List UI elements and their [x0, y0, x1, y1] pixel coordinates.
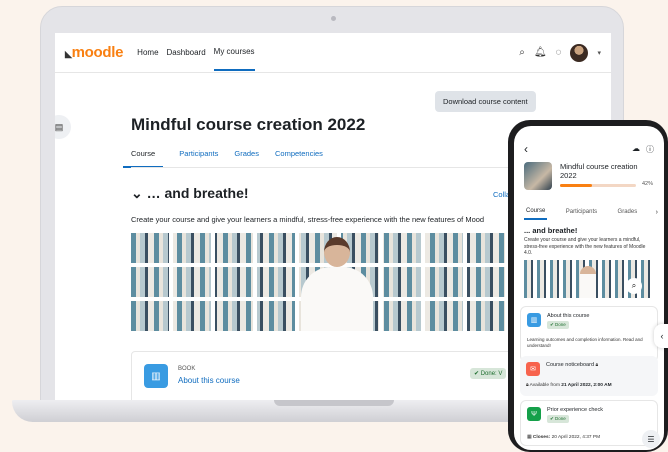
laptop-notch [274, 400, 394, 406]
course-index-icon[interactable]: ▤ [55, 115, 71, 139]
phone-course-title: Mindful course creation 2022 [560, 162, 638, 180]
lock-icon: 🔒︎ [526, 383, 529, 388]
activity-card-feedback[interactable]: Ψ Prior experience check ✔ Done ▦ Closes… [520, 400, 658, 446]
book-icon: ▥ [527, 313, 541, 327]
back-icon[interactable]: ‹ [524, 142, 528, 156]
phone-frame: ‹ ☁ ⓘ Mindful course creation 2022 42% C… [508, 120, 668, 452]
person [580, 266, 596, 298]
activity-type: BOOK [178, 366, 196, 372]
book-icon: ▥ [144, 364, 168, 388]
user-avatar[interactable] [570, 43, 589, 62]
course-tabs: Course Participants Grades Competencies [123, 141, 323, 168]
forum-icon: ✉ [526, 362, 540, 376]
tab-competencies[interactable]: Competencies [275, 141, 323, 168]
activity-name[interactable]: Prior experience check [547, 407, 603, 413]
tab-grades[interactable]: Grades [234, 141, 259, 168]
bell-icon[interactable]: 🔔︎ [534, 47, 547, 58]
progress-bar [560, 184, 636, 187]
info-icon[interactable]: ⓘ [646, 144, 654, 155]
chat-icon[interactable]: ◌ [556, 47, 562, 58]
section-title-text: … and breathe! [146, 185, 249, 201]
list-icon[interactable]: ☰ [642, 430, 660, 448]
search-icon[interactable]: ⌕ [519, 47, 525, 58]
completion-badge[interactable]: ✔ Done [547, 415, 569, 423]
nav-actions: ⌕ 🔔︎ ◌ ▾ [519, 43, 601, 62]
section-description: Create your course and give your learner… [131, 215, 485, 224]
drawer-toggle-button[interactable]: ‹ [654, 324, 668, 348]
chevron-down-icon[interactable]: ▾ [597, 49, 601, 57]
download-course-content-button[interactable]: Download course content [435, 91, 536, 112]
person-head [324, 237, 350, 267]
person-body [301, 267, 373, 331]
completion-badge[interactable]: ✔ Done [547, 321, 569, 329]
lock-icon: 🔒︎ [595, 362, 599, 368]
nav-dashboard[interactable]: Dashboard [167, 35, 206, 70]
phone-screen: ‹ ☁ ⓘ Mindful course creation 2022 42% C… [514, 126, 664, 450]
tab-participants[interactable]: Participants [564, 205, 599, 219]
tab-course[interactable]: Course [123, 141, 164, 168]
nav-home[interactable]: Home [137, 35, 158, 70]
activity-description: Learning outcomes and completion informa… [527, 337, 643, 348]
progress-fill [560, 184, 592, 187]
cloud-download-icon[interactable]: ☁ [632, 144, 640, 155]
nav-my-courses[interactable]: My courses [213, 34, 255, 71]
tab-course[interactable]: Course [524, 204, 548, 220]
progress-label: 42% [642, 181, 654, 187]
section-title[interactable]: ⌄ … and breathe! [131, 185, 249, 202]
phone-section-description: Create your course and give your learner… [524, 237, 646, 256]
phone-section-title: ... and breathe! [524, 226, 578, 235]
phone-tabs: Course Participants Grades › [524, 204, 658, 220]
completion-badge[interactable]: ✔ Done: V [470, 368, 507, 379]
activity-name[interactable]: About this course [547, 313, 590, 319]
moodle-logo[interactable]: ◣moodle [65, 44, 123, 61]
feedback-icon: Ψ [527, 407, 541, 421]
tab-grades[interactable]: Grades [616, 205, 640, 219]
chevron-right-icon[interactable]: › [656, 209, 658, 216]
availability-info: 🔒︎ Available from 21 April 2022, 2:00 AM [526, 383, 612, 388]
tab-participants[interactable]: Participants [179, 141, 218, 168]
activity-link[interactable]: About this course [178, 376, 240, 385]
activity-card-book[interactable]: ▥ About this course ✔ Done Learning outc… [520, 306, 658, 362]
navbar: ◣moodle Home Dashboard My courses ⌕ 🔔︎ ◌… [55, 33, 611, 73]
closing-date: ▦ Closes: 20 April 2022, 4:37 PM [527, 435, 601, 440]
course-thumbnail [524, 162, 552, 190]
page-title: Mindful course creation 2022 [131, 115, 366, 134]
chevron-down-icon[interactable]: ⌄ [131, 185, 143, 201]
activity-card-forum[interactable]: ✉ Course noticeboard 🔒︎ 🔒︎ Available fro… [520, 356, 658, 396]
camera [331, 16, 336, 21]
phone-header: ‹ ☁ ⓘ [524, 142, 654, 156]
activity-name[interactable]: Course noticeboard 🔒︎ [546, 362, 598, 368]
zoom-icon[interactable]: ⌕ [626, 278, 642, 294]
calendar-icon: ▦ [527, 435, 532, 440]
